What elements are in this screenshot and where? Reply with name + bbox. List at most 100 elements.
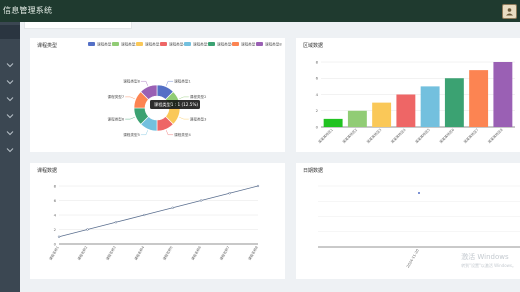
sidebar-item-home[interactable] — [0, 25, 20, 39]
tooltip-text: 课程类型1 : 1 (12.5%) — [154, 101, 198, 108]
x-tick-label: 课程名称4 — [133, 245, 145, 261]
sidebar-item-4[interactable] — [0, 109, 20, 123]
y-tick-label: 4 — [54, 212, 57, 217]
pie-label-line — [165, 81, 174, 86]
user-icon — [506, 8, 513, 16]
bar — [372, 102, 392, 127]
sidebar-item-2[interactable] — [0, 75, 20, 89]
card-title: 课程数据 — [37, 168, 58, 174]
bar — [323, 118, 343, 127]
watermark-subtitle: 转到"设置"以激活 Windows。 — [461, 263, 516, 268]
pie-chart-card: 课程类型1 课程类型2 课程类型3 课程类型4 课程类型5 课程类型6 课程类型7 课程类型8… — [30, 38, 285, 152]
pie-label: 课程类型1 — [174, 78, 191, 83]
legend-label: 课程类型5 — [193, 42, 210, 47]
sidebar-item-5[interactable] — [0, 126, 20, 140]
chevron-down-icon — [6, 148, 14, 153]
pie-label-line — [125, 116, 135, 120]
search-strip[interactable] — [24, 22, 132, 29]
x-tick-label: 课程名称6 — [190, 245, 202, 261]
data-point — [199, 199, 203, 202]
y-tick-label: 8 — [54, 183, 57, 188]
chevron-down-icon — [6, 63, 14, 68]
legend-swatch — [136, 42, 143, 46]
pie-label: 课程类型2 — [190, 94, 207, 99]
pie-label-line — [179, 96, 189, 100]
legend-label: 课程类型4 — [169, 42, 186, 47]
x-tick-label: 2024-11-20 — [406, 248, 420, 269]
windows-activation-watermark: 激活 Windows 转到"设置"以激活 Windows。 — [461, 252, 516, 269]
pie-label-line — [165, 130, 174, 135]
data-point — [143, 213, 146, 217]
legend-swatch — [112, 42, 119, 46]
pie-label: 课程类型7 — [108, 94, 125, 99]
data-point — [57, 235, 61, 238]
y-tick-label: 4 — [316, 92, 319, 97]
bar-chart-card: 0 2 4 6 8 某某某地区1 某某某地区2 某某某地区3 某某某地区4 某某某地区5 某某某地区… — [296, 38, 520, 152]
legend-label: 课程类型1 — [97, 42, 114, 47]
x-tick-label: 某某某地区1 — [317, 127, 334, 144]
chevron-down-icon — [6, 97, 14, 102]
pie-label-line — [179, 116, 189, 120]
pie-label: 课程类型4 — [174, 132, 191, 137]
y-tick-label: 2 — [316, 108, 319, 113]
pie-label-line — [140, 130, 149, 135]
legend-label: 课程类型6 — [217, 42, 234, 47]
chevron-down-icon — [6, 114, 14, 119]
x-tick-label: 课程名称3 — [105, 245, 117, 261]
bar — [347, 110, 367, 127]
scatter-chart-card: 2024-11-20 日期数据 激活 Windows 转到"设置"以激活 Win… — [296, 163, 520, 279]
legend-label: 课程类型7 — [241, 42, 258, 47]
y-tick-label: 6 — [54, 198, 57, 203]
pie-label-line — [125, 96, 135, 100]
bar — [469, 70, 489, 127]
line-chart: 02468课程名称1 课程名称2 课程名称3 课程名称4 课程名称5 课程名称6 课程名称7… — [48, 183, 260, 261]
sidebar — [0, 22, 20, 292]
x-tick-label: 课程名称1 — [48, 245, 60, 261]
sidebar-item-6[interactable] — [0, 143, 20, 157]
chevron-down-icon — [6, 131, 14, 136]
legend-swatch — [208, 42, 215, 46]
bar — [420, 86, 440, 127]
bar — [493, 62, 513, 127]
legend-label: 课程类型3 — [145, 42, 162, 47]
data-point — [256, 184, 260, 188]
card-title: 课程类型 — [37, 43, 58, 49]
legend-swatch — [256, 42, 263, 46]
x-tick-label: 课程名称2 — [76, 245, 88, 261]
pie-label-line — [140, 81, 149, 86]
top-bar: 信息管理系统 — [0, 0, 520, 22]
data-point — [171, 206, 174, 209]
data-point — [86, 228, 89, 231]
bar — [396, 94, 416, 127]
pie-label: 课程类型5 — [123, 132, 140, 137]
pie-label: 课程类型6 — [108, 116, 125, 121]
chevron-down-icon — [6, 80, 14, 85]
y-tick-label: 0 — [316, 124, 319, 129]
x-tick-label: 某某某地区6 — [438, 127, 455, 144]
y-tick-label: 6 — [316, 76, 319, 81]
data-point — [228, 192, 231, 195]
pie-label: 课程类型8 — [123, 78, 140, 83]
legend-swatch — [184, 42, 191, 46]
legend-swatch — [232, 42, 239, 46]
bar — [444, 78, 464, 127]
x-tick-label: 某某某地区3 — [365, 127, 382, 144]
x-tick-label: 课程名称7 — [218, 245, 230, 261]
bar-chart: 0 2 4 6 8 某某某地区1 某某某地区2 某某某地区3 某某某地区4 某某某地区5 某某某地区… — [316, 59, 515, 144]
sidebar-item-3[interactable] — [0, 92, 20, 106]
user-menu-button[interactable] — [502, 4, 517, 19]
x-tick-label: 某某某地区4 — [390, 127, 407, 144]
data-point — [114, 221, 118, 224]
x-tick-label: 课程名称5 — [161, 245, 173, 261]
pie-chart: 课程类型1 课程类型2 课程类型3 课程类型4 课程类型5 课程类型6 课程类型7 课程类型8… — [88, 42, 282, 137]
app-title: 信息管理系统 — [3, 6, 53, 15]
card-title: 区域数据 — [303, 43, 324, 49]
y-tick-label: 2 — [54, 227, 57, 232]
data-point — [418, 192, 420, 194]
x-tick-label: 某某某地区7 — [462, 127, 479, 144]
line-chart-card: 0 2 4 6 8 课程名称1 课程名称2 课程名称3 课程名称4 课程名称5 课程名称6 课程名称7… — [30, 163, 285, 279]
legend-label: 课程类型2 — [121, 42, 138, 47]
sidebar-item-1[interactable] — [0, 58, 20, 72]
x-tick-label: 某某某地区8 — [487, 127, 504, 144]
x-tick-label: 课程名称8 — [247, 245, 259, 261]
